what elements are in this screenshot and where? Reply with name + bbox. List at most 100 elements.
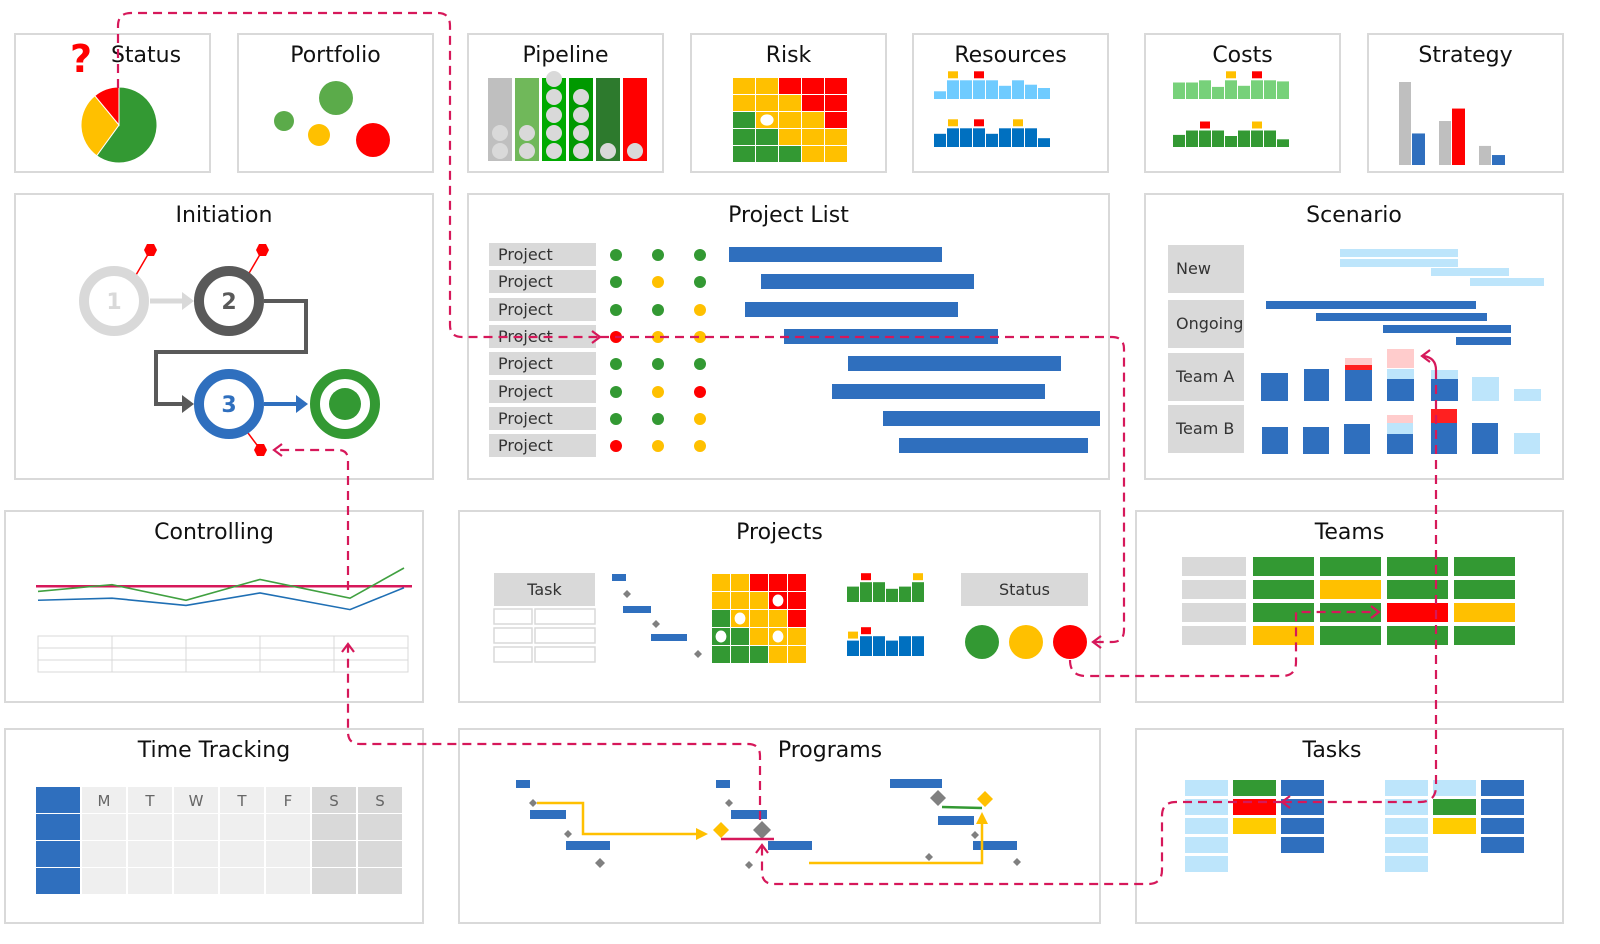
pipeline-panel[interactable]: Pipeline: [467, 33, 664, 173]
costs-panel[interactable]: Costs: [1144, 33, 1341, 173]
team-status-cell: [1253, 603, 1314, 622]
time-tracking-panel[interactable]: Time Tracking MTWTFSS: [4, 718, 434, 924]
tasks-panel[interactable]: Tasks: [1135, 718, 1574, 924]
team-b-bar: [1387, 434, 1413, 454]
status-dot: [610, 303, 622, 316]
resource-bar: [999, 128, 1011, 147]
project-row[interactable]: Project: [469, 324, 1109, 349]
day-label: F: [284, 792, 293, 810]
project-name[interactable]: Project: [489, 243, 596, 266]
team-name-cell: [1182, 603, 1246, 622]
project-timeline-bar[interactable]: [831, 383, 1045, 399]
risk-cell: [825, 112, 847, 128]
programs-gantt: [516, 779, 1021, 869]
project-name[interactable]: Project: [489, 379, 596, 403]
project-name[interactable]: Project: [489, 352, 596, 376]
svg-text:3: 3: [221, 393, 236, 418]
task-card: [1185, 818, 1228, 834]
timesheet-cell: [128, 841, 172, 867]
status-panel[interactable]: Status ?: [14, 33, 211, 173]
cost-bar: [1186, 82, 1198, 99]
resource-bar: [1038, 88, 1050, 99]
teams-panel[interactable]: Teams: [1135, 500, 1574, 703]
portfolio-panel[interactable]: Portfolio: [237, 33, 434, 173]
team-name-cell: [1182, 557, 1246, 576]
resources-panel[interactable]: Resources: [912, 33, 1109, 173]
step-2[interactable]: 2: [194, 266, 264, 336]
task-card: [1385, 818, 1428, 834]
milestone-icon: [652, 620, 660, 628]
task-card: [1281, 818, 1324, 834]
series-line-green: [37, 567, 405, 602]
strategy-actual-bar: [1492, 155, 1505, 165]
project-row[interactable]: Project: [469, 406, 1109, 431]
project-cost-bar: [847, 586, 859, 602]
cost-bar: [1173, 82, 1185, 99]
step-1[interactable]: 1: [79, 266, 149, 336]
scenario-panel[interactable]: Scenario New Ongoing Team A Team B: [1144, 193, 1564, 480]
project-name[interactable]: Project: [489, 406, 596, 430]
team-status-cell: [1320, 580, 1381, 599]
goal-step[interactable]: [310, 369, 380, 439]
strategy-panel[interactable]: Strategy: [1367, 33, 1564, 173]
project-timeline-bar[interactable]: [847, 356, 1061, 372]
project-name[interactable]: Project: [489, 434, 596, 458]
timesheet-cell: [220, 868, 264, 894]
project-name[interactable]: Project: [489, 270, 596, 294]
gantt-bar: [612, 574, 626, 581]
task-card: [1385, 837, 1428, 853]
project-timeline-bar[interactable]: [784, 328, 998, 344]
resource-bar: [986, 80, 998, 99]
resource-bar: [973, 80, 985, 99]
risk-cell: [769, 646, 787, 663]
status-dot: [652, 330, 664, 343]
risk-panel[interactable]: Risk: [690, 33, 887, 173]
step-3[interactable]: 3: [194, 369, 264, 439]
milestone-icon: [977, 791, 993, 807]
pipeline-item: [492, 125, 508, 141]
project-timeline-bar[interactable]: [760, 274, 974, 290]
project-name[interactable]: Project: [489, 324, 596, 348]
project-timeline-bar[interactable]: [883, 410, 1101, 426]
project-resource-bar: [886, 640, 898, 656]
status-dot: [652, 276, 664, 289]
timesheet-cell: [358, 868, 402, 894]
projects-panel[interactable]: Projects Task Status: [458, 500, 1111, 703]
table-row: [37, 635, 409, 649]
risk-cell: [733, 78, 755, 94]
resource-bar: [999, 85, 1011, 99]
project-cost-bar: [912, 582, 924, 602]
portfolio-bubble: [308, 124, 330, 146]
initiation-panel[interactable]: Initiation 1 2 3: [14, 193, 434, 480]
project-timeline-bar[interactable]: [898, 438, 1089, 454]
programs-panel[interactable]: Programs: [458, 718, 1111, 924]
project-row[interactable]: Project: [469, 297, 1109, 322]
project-row[interactable]: Project: [469, 270, 1109, 294]
project-list-panel[interactable]: Project List Project Project Project Projec…: [467, 193, 1110, 480]
portfolio-bubble: [274, 111, 294, 131]
team-b-bar: [1344, 424, 1370, 454]
project-row[interactable]: Project: [469, 434, 1109, 458]
strategy-plan-bar: [1399, 82, 1411, 165]
strategy-plan-bar: [1479, 145, 1491, 165]
team-a-bar: [1345, 365, 1372, 370]
project-row[interactable]: Project: [469, 352, 1109, 376]
gantt-bar: [651, 634, 687, 641]
risk-hexagon-icon: [254, 444, 267, 456]
risk-cell: [779, 112, 801, 128]
pipeline-item: [546, 89, 562, 105]
task-card: [1481, 799, 1524, 815]
task-cell: [534, 646, 596, 663]
team-status-cell: [1387, 626, 1448, 645]
project-list-title: Project List: [728, 203, 849, 228]
controlling-panel[interactable]: Controlling: [4, 500, 434, 703]
risk-cell: [788, 592, 806, 609]
project-timeline-bar[interactable]: [744, 301, 959, 317]
cost-bar-flag: [1226, 71, 1236, 79]
scenario-bar-new: [1431, 268, 1509, 276]
project-row[interactable]: Project: [469, 379, 1109, 404]
project-name[interactable]: Project: [489, 297, 596, 321]
project-timeline-bar[interactable]: [729, 247, 943, 262]
project-row[interactable]: Project: [469, 243, 1109, 267]
risk-cell: [712, 646, 730, 663]
